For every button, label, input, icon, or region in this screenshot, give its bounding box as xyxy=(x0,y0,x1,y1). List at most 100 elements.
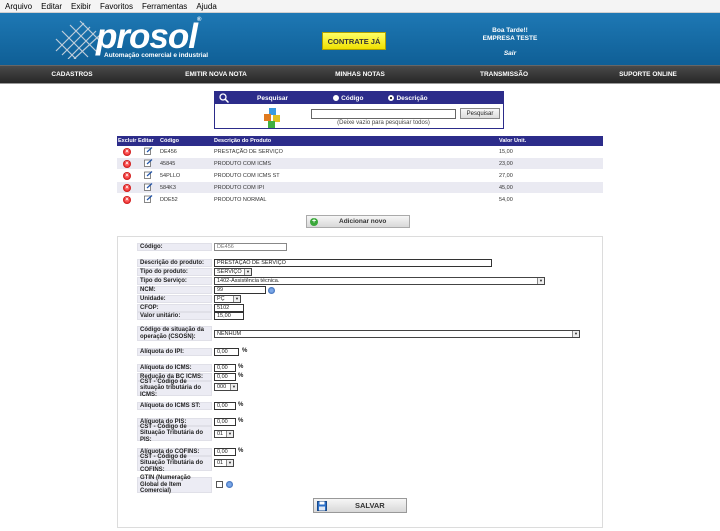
gtin-info-icon[interactable] xyxy=(226,481,233,488)
contrate-button[interactable]: CONTRATE JÁ xyxy=(322,32,386,50)
cst-cofins-select[interactable]: 01 ▼ xyxy=(214,459,234,467)
chevron-down-icon: ▼ xyxy=(226,431,233,437)
search-input[interactable] xyxy=(311,109,456,119)
nav-emitir-nova-nota[interactable]: EMITIR NOVA NOTA xyxy=(144,66,288,83)
edit-icon[interactable] xyxy=(143,158,153,167)
tipo-produto-select[interactable]: SERVIÇO ▼ xyxy=(214,268,252,276)
reducao-percent: % xyxy=(238,373,244,379)
menu-exibir[interactable]: Exibir xyxy=(71,2,91,11)
label-valor-unitario: Valor unitário: xyxy=(137,312,212,320)
radio-codigo[interactable]: Código xyxy=(333,95,363,102)
label-ipi: Alíquota do IPI: xyxy=(137,348,212,356)
nav-transmissao[interactable]: TRANSMISSÃO xyxy=(432,66,576,83)
pis-percent: % xyxy=(238,418,244,424)
logo[interactable]: prosol® xyxy=(96,17,202,57)
label-gtin: GTIN (Numeração Global de Item Comercial… xyxy=(137,475,212,494)
add-new-button[interactable]: + Adicionar novo xyxy=(306,215,410,228)
valor-unitario-field[interactable]: 15,00 xyxy=(214,312,244,320)
tipo-servico-select[interactable]: 1402-Assistência técnica. ▼ xyxy=(214,277,545,285)
cst-pis-select[interactable]: 01 ▼ xyxy=(214,430,234,438)
icms-field[interactable]: 0,00 xyxy=(214,364,236,372)
cofins-field[interactable]: 0,00 xyxy=(214,448,236,456)
menu-ferramentas[interactable]: Ferramentas xyxy=(142,2,187,11)
menu-favoritos[interactable]: Favoritos xyxy=(100,2,133,11)
unidade-select[interactable]: PÇ ▼ xyxy=(214,295,241,303)
table-row: × 54PLLO PRODUTO COM ICMS ST 27,00 xyxy=(117,170,603,182)
codigo-field[interactable]: DE456 xyxy=(214,243,287,251)
delete-icon[interactable]: × xyxy=(123,195,131,204)
logout-link[interactable]: Sair xyxy=(470,50,550,58)
radio-descricao-button[interactable] xyxy=(388,95,395,101)
site-header: prosol® Automação comercial e industrial… xyxy=(0,13,720,65)
row-valor: 54,00 xyxy=(499,196,513,203)
save-button[interactable]: SALVAR xyxy=(313,498,407,513)
menu-editar[interactable]: Editar xyxy=(41,2,62,11)
delete-icon[interactable]: × xyxy=(123,183,131,192)
row-descricao: PRODUTO NORMAL xyxy=(214,196,267,203)
logo-tagline: Automação comercial e industrial xyxy=(104,52,209,59)
table-row: × DE456 PRESTAÇÃO DE SERVIÇO 15,00 xyxy=(117,146,603,158)
col-editar: Editar xyxy=(138,138,154,144)
icms-st-field[interactable]: 0,00 xyxy=(214,402,236,410)
chevron-down-icon: ▼ xyxy=(537,278,544,284)
save-label: SALVAR xyxy=(355,501,385,510)
nav-suporte-online[interactable]: SUPORTE ONLINE xyxy=(576,66,720,83)
label-cst-pis: CST - Código de Situação Tributária do P… xyxy=(137,424,212,443)
col-descricao: Descrição do Produto xyxy=(214,138,272,144)
cfop-field[interactable]: 5102 xyxy=(214,304,244,312)
label-codigo: Código: xyxy=(137,243,212,251)
delete-icon[interactable]: × xyxy=(123,171,131,180)
floppy-disk-icon xyxy=(317,500,327,511)
row-codigo: DDE52 xyxy=(160,196,178,203)
edit-icon[interactable] xyxy=(143,182,153,191)
cst-icms-select[interactable]: 000 ▼ xyxy=(214,383,238,391)
reducao-bc-field[interactable]: 0,00 xyxy=(214,373,236,381)
row-valor: 15,00 xyxy=(499,148,513,155)
csosn-select[interactable]: NENHUM ▼ xyxy=(214,330,580,338)
search-button[interactable]: Pesquisar xyxy=(460,108,500,119)
cofins-percent: % xyxy=(238,448,244,454)
radio-descricao[interactable]: Descrição xyxy=(388,95,428,102)
row-descricao: PRODUTO COM ICMS xyxy=(214,160,272,167)
ncm-info-icon[interactable] xyxy=(268,287,275,294)
table-row: × DDE52 PRODUTO NORMAL 54,00 xyxy=(117,194,603,206)
row-descricao: PRESTAÇÃO DE SERVIÇO xyxy=(214,148,283,155)
nav-minhas-notas[interactable]: MINHAS NOTAS xyxy=(288,66,432,83)
row-valor: 23,00 xyxy=(499,160,513,167)
edit-icon[interactable] xyxy=(143,170,153,179)
chevron-down-icon: ▼ xyxy=(572,331,579,337)
pis-field[interactable]: 0,00 xyxy=(214,418,236,426)
menu-ajuda[interactable]: Ajuda xyxy=(196,2,216,11)
edit-icon[interactable] xyxy=(143,146,153,155)
menu-arquivo[interactable]: Arquivo xyxy=(5,2,32,11)
products-cubes-icon xyxy=(264,108,280,128)
plus-icon: + xyxy=(310,217,318,226)
edit-icon[interactable] xyxy=(143,194,153,203)
search-icon xyxy=(219,93,229,103)
search-hint: (Deixe vazio para pesquisar todos) xyxy=(337,120,430,126)
ncm-field[interactable]: 99 xyxy=(214,286,266,294)
row-valor: 27,00 xyxy=(499,172,513,179)
row-codigo: 584K3 xyxy=(160,184,176,191)
ipi-field[interactable]: 0,00 xyxy=(214,348,239,356)
user-greeting: Boa Tarde!! EMPRESA TESTE Sair xyxy=(470,27,550,58)
delete-icon[interactable]: × xyxy=(123,147,131,156)
table-header: Excluir Editar Código Descrição do Produ… xyxy=(117,136,603,146)
delete-icon[interactable]: × xyxy=(123,159,131,168)
nav-cadastros[interactable]: CADASTROS xyxy=(0,66,144,83)
row-descricao: PRODUTO COM IPI xyxy=(214,184,265,191)
csosn-value: NENHUM xyxy=(217,331,242,337)
search-panel: Pesquisar Código Descrição Pesquisar (De… xyxy=(214,91,504,129)
descricao-field[interactable]: PRESTAÇÃO DE SERVIÇO xyxy=(214,259,492,267)
gtin-checkbox[interactable] xyxy=(216,481,223,488)
label-csosn: Código de situação da operação (CSOSN): xyxy=(137,326,212,341)
row-codigo: 54PLLO xyxy=(160,172,181,179)
chevron-down-icon: ▼ xyxy=(230,384,237,390)
chevron-down-icon: ▼ xyxy=(244,269,251,275)
add-new-label: Adicionar novo xyxy=(339,218,387,225)
col-valor: Valor Unit. xyxy=(499,138,527,144)
main-nav: CADASTROS EMITIR NOVA NOTA MINHAS NOTAS … xyxy=(0,65,720,84)
browser-menubar: Arquivo Editar Exibir Favoritos Ferramen… xyxy=(0,0,720,13)
icms-st-percent: % xyxy=(238,402,244,408)
radio-codigo-button[interactable] xyxy=(333,95,340,101)
